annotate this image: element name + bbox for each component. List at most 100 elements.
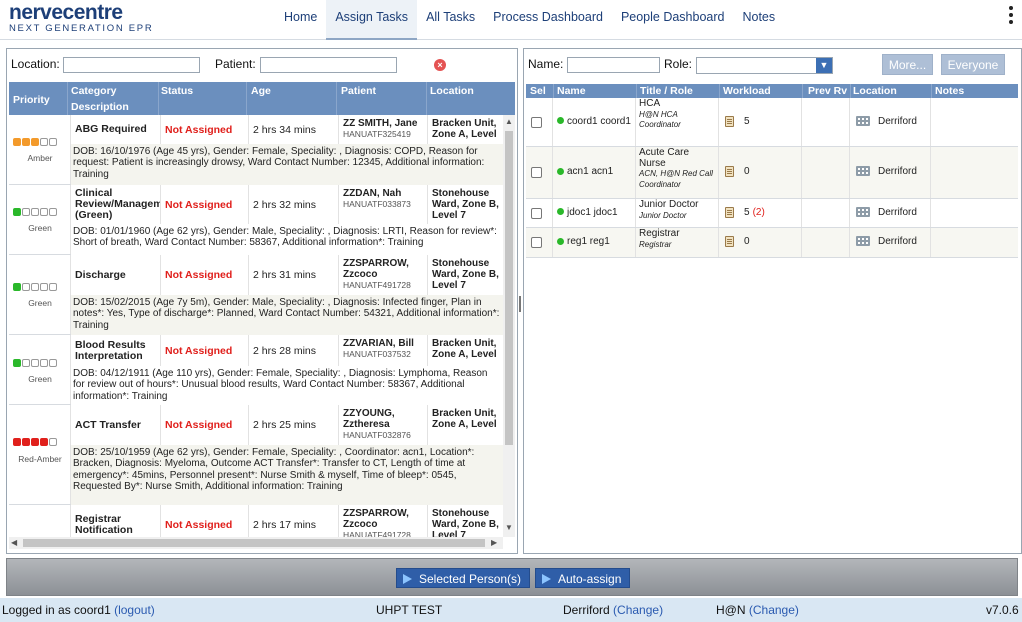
staff-location: Derriford: [856, 236, 917, 247]
workload: 5: [725, 115, 753, 127]
select-checkbox[interactable]: [531, 167, 542, 178]
priority-dot: [22, 208, 30, 216]
task-location: Bracken Unit, Zone A, Level: [432, 338, 497, 360]
staff-title: Junior Doctor: [639, 199, 699, 210]
patient-name: ZZSPARROW, Zzcoco: [343, 508, 409, 530]
more-options-icon[interactable]: [1008, 6, 1014, 24]
staff-row[interactable]: reg1 reg1 Registrar Registrar 0 Derriford: [526, 228, 1018, 258]
task-location: Bracken Unit, Zone A, Level: [432, 408, 497, 430]
col-age[interactable]: Age: [251, 85, 271, 97]
clear-filter-icon[interactable]: ×: [434, 59, 446, 71]
task-list-horizontal-scrollbar[interactable]: ◀ ▶: [9, 537, 503, 549]
col-name[interactable]: Name: [557, 85, 586, 97]
task-age: 2 hrs 34 mins: [249, 115, 339, 144]
building-icon: [856, 236, 870, 247]
priority-dot: [49, 359, 57, 367]
location-filter-input[interactable]: [63, 57, 200, 73]
staff-name: reg1 reg1: [557, 236, 633, 247]
task-row[interactable]: Green Clinical Review/Managem (Green) Not …: [9, 185, 503, 255]
nav-item-notes[interactable]: Notes: [733, 0, 784, 40]
priority-dot: [22, 438, 30, 446]
nav-item-people-dashboard[interactable]: People Dashboard: [612, 0, 734, 40]
task-status: Not Assigned: [161, 505, 249, 537]
auto-assign-button[interactable]: Auto-assign: [535, 568, 631, 588]
select-checkbox[interactable]: [531, 116, 542, 128]
task-status: Not Assigned: [161, 335, 249, 366]
task-row[interactable]: Green Blood Results Interpretation Not Ass…: [9, 335, 503, 405]
col-location[interactable]: Location: [853, 85, 897, 97]
task-age-text: 2 hrs 28 mins: [253, 344, 317, 357]
staff-row[interactable]: coord1 coord1 HCA H@N HCA Coordinator 5 Derr…: [526, 98, 1018, 147]
everyone-button[interactable]: Everyone: [941, 54, 1005, 75]
task-category: Blood Results Interpretation: [71, 335, 161, 366]
name-filter-input[interactable]: [567, 57, 660, 73]
nav-item-process-dashboard[interactable]: Process Dashboard: [484, 0, 612, 40]
location-cell: Derriford: [850, 147, 931, 198]
task-age: 2 hrs 17 mins: [249, 505, 339, 537]
select-checkbox[interactable]: [531, 237, 542, 248]
task-category-text: ACT Transfer: [75, 418, 141, 431]
priority-indicator: [13, 208, 57, 216]
staff-row[interactable]: jdoc1 jdoc1 Junior Doctor Junior Doctor 5 (2…: [526, 199, 1018, 228]
task-list-vertical-scrollbar[interactable]: ▲ ▼: [503, 115, 515, 537]
change-team-link[interactable]: (Change): [749, 603, 799, 617]
patient-id: HANUATF037532: [343, 349, 411, 359]
horizontal-scroll-thumb[interactable]: [23, 539, 485, 547]
patient-name: ZZYOUNG, Zztheresa: [343, 408, 395, 430]
clipboard-icon[interactable]: [725, 206, 734, 218]
status-bar: Logged in as coord1 (logout) UHPT TEST D…: [0, 598, 1022, 622]
more-button[interactable]: More...: [882, 54, 933, 75]
priority-indicator: [13, 438, 57, 446]
task-status-text: Not Assigned: [165, 344, 233, 357]
logout-link[interactable]: (logout): [114, 603, 155, 617]
logo-sub-text: NEXT GENERATION EPR: [9, 23, 154, 34]
task-row[interactable]: Red-Amber ACT Transfer Not Assigned 2 hrs 2…: [9, 405, 503, 505]
selected-persons-button[interactable]: Selected Person(s): [396, 568, 531, 588]
col-location[interactable]: Location: [430, 85, 474, 97]
site-name: Derriford: [563, 603, 610, 617]
task-row[interactable]: Green Discharge Not Assigned 2 hrs 31 mins Z…: [9, 255, 503, 335]
col-status[interactable]: Status: [161, 85, 193, 97]
location-cell: Derriford: [850, 199, 931, 227]
task-list: Amber ABG Required Not Assigned 2 hrs 34 mi…: [9, 115, 503, 537]
workload: 0: [725, 166, 753, 177]
task-row[interactable]: Amber ABG Required Not Assigned 2 hrs 34 mi…: [9, 115, 503, 185]
task-patient: ZZSPARROW, Zzcoco HANUATF491728: [339, 505, 428, 537]
col-workload[interactable]: Workload: [723, 85, 771, 97]
task-row[interactable]: Registrar Notification Not Assigned 2 hrs …: [9, 505, 503, 537]
col-notes[interactable]: Notes: [935, 85, 964, 97]
staff-name: coord1 coord1: [557, 116, 633, 127]
col-patient[interactable]: Patient: [341, 85, 376, 97]
panel-splitter[interactable]: [519, 296, 521, 312]
priority-label: Green: [28, 223, 52, 233]
nav-item-all-tasks[interactable]: All Tasks: [417, 0, 484, 40]
task-age: 2 hrs 28 mins: [249, 335, 339, 366]
clipboard-icon[interactable]: [725, 236, 734, 247]
task-category-text: Clinical Review/Managem (Green): [75, 187, 161, 221]
task-location: Stonehouse Ward, Zone B, Level 7: [432, 188, 499, 221]
col-title-role[interactable]: Title / Role: [640, 85, 693, 97]
notes-cell: [931, 147, 1018, 198]
priority-label: Green: [28, 374, 52, 384]
task-description: DOB: 16/10/1976 (Age 45 yrs), Gender: Fe…: [71, 144, 503, 185]
priority-label: Red-Amber: [18, 454, 62, 464]
col-priority[interactable]: Priority: [13, 94, 50, 106]
select-checkbox[interactable]: [531, 207, 542, 219]
priority-dot: [13, 208, 21, 216]
nav-item-assign-tasks[interactable]: Assign Tasks: [326, 0, 418, 40]
vertical-scroll-thumb[interactable]: [505, 131, 513, 445]
clipboard-icon[interactable]: [725, 166, 734, 177]
role-select[interactable]: ▼: [696, 57, 833, 74]
patient-filter-input[interactable]: [260, 57, 397, 73]
change-site-link[interactable]: (Change): [613, 603, 663, 617]
col-prev-rv[interactable]: Prev Rv: [808, 85, 847, 97]
staff-name: acn1 acn1: [557, 166, 633, 177]
nav-item-home[interactable]: Home: [275, 0, 326, 40]
clipboard-icon[interactable]: [725, 115, 734, 127]
col-description[interactable]: Description: [71, 101, 129, 113]
task-age-text: 2 hrs 34 mins: [253, 123, 317, 136]
col-category[interactable]: Category: [71, 85, 117, 97]
staff-row[interactable]: acn1 acn1 Acute Care Nurse ACN, H@N Red Ca…: [526, 147, 1018, 199]
col-sel[interactable]: Sel: [530, 85, 546, 97]
chevron-down-icon[interactable]: ▼: [816, 58, 832, 73]
